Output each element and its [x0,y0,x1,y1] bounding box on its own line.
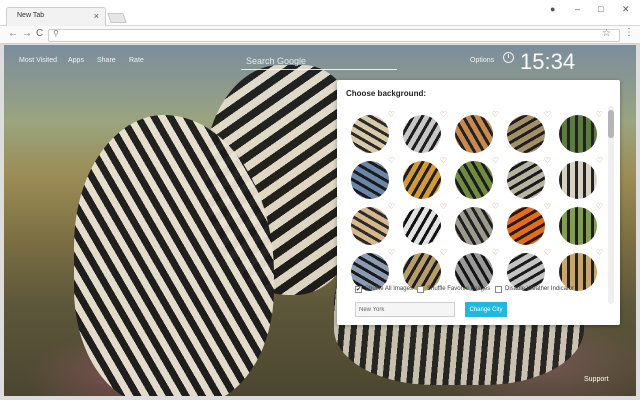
clock-icon[interactable] [503,52,514,63]
thumbnail-zebra-trio[interactable]: ♡ [507,157,551,199]
heart-icon[interactable]: ♡ [596,203,603,211]
heart-icon[interactable]: ♡ [388,157,395,165]
heart-icon[interactable]: ♡ [544,111,551,119]
heart-icon[interactable]: ♡ [388,111,395,119]
back-icon[interactable]: ← [8,28,18,39]
thumbnail-image[interactable] [559,115,597,153]
bookmark-star-icon[interactable]: ☆ [602,28,611,39]
heart-icon[interactable]: ♡ [440,157,447,165]
thumbnail-image[interactable] [351,207,389,245]
reload-icon[interactable]: C [36,28,43,39]
tab-title: New Tab [17,12,45,19]
heart-icon[interactable]: ♡ [544,203,551,211]
panel-title: Choose background: [346,89,427,98]
options-row: ✔ Shuffle All Images Shuffle Favorite Im… [355,284,615,296]
nav-share[interactable]: Share [97,57,116,64]
heart-icon[interactable]: ♡ [388,249,395,257]
thumbnail-image[interactable] [455,207,493,245]
search-input[interactable]: Search Google [241,54,397,70]
thumbnail-zebra-blue-sky[interactable]: ♡ [351,157,395,199]
thumbnail-zebra-green-hill[interactable]: ♡ [559,203,603,245]
heart-icon[interactable]: ♡ [596,249,603,257]
shuffle-favorite-label: Shuffle Favorite Images [427,286,491,292]
support-link[interactable]: Support [584,376,609,383]
thumbnail-zebras-river[interactable]: ♡ [559,157,603,199]
scrollbar-thumb[interactable] [608,110,614,138]
heart-icon[interactable]: ♡ [492,157,499,165]
shuffle-all-checkbox[interactable]: ✔ [355,285,362,293]
address-bar[interactable]: ⚲ ☆ [48,28,620,42]
thumbnail-grid: ♡ ♡ ♡ ♡ ♡ ♡ ♡ ♡ ♡ ♡ ♡ ♡ ♡ ♡ ♡ ♡ ♡ ♡ ♡ ♡ [346,110,604,306]
thumbnail-zebra-savanna-tree[interactable]: ♡ [403,157,447,199]
nav-apps[interactable]: Apps [68,57,84,64]
minimize-icon[interactable]: – [575,4,580,14]
close-tab-icon[interactable]: × [94,11,99,21]
thumbnail-zebra-group-grass[interactable]: ♡ [507,111,551,153]
thumbnail-image[interactable] [507,161,545,199]
forward-icon[interactable]: → [22,28,32,39]
thumbnail-image[interactable] [455,115,493,153]
tab-new-tab[interactable]: New Tab × [6,7,106,27]
shuffle-favorite-option[interactable]: Shuffle Favorite Images [417,284,490,294]
shuffle-all-option[interactable]: ✔ Shuffle All Images [355,284,413,294]
thumbnail-image[interactable] [403,207,441,245]
nav-rate[interactable]: Rate [129,57,144,64]
thumbnail-zebra-pair-sunset[interactable]: ♡ [455,111,499,153]
maximize-icon[interactable]: □ [598,4,603,14]
heart-icon[interactable]: ♡ [492,111,499,119]
browser-menu-icon[interactable]: ⋮ [624,27,634,38]
thumbnail-image[interactable] [403,161,441,199]
search-placeholder: Search Google [246,56,307,66]
heart-icon[interactable]: ♡ [440,203,447,211]
thumbnail-zebra-closeup[interactable]: ♡ [403,111,447,153]
new-tab-page: Most Visited Apps Share Rate Search Goog… [4,45,636,396]
thumbnail-image[interactable] [455,161,493,199]
shuffle-favorite-checkbox[interactable] [417,285,424,293]
shuffle-all-label: Shuffle All Images [365,286,413,292]
disable-weather-option[interactable]: Disable Weather Indicator [495,284,574,294]
close-window-icon[interactable]: ✕ [622,4,630,15]
heart-icon[interactable]: ♡ [492,249,499,257]
thumbnail-image[interactable] [507,207,545,245]
city-input[interactable] [355,302,455,317]
heart-icon[interactable]: ♡ [440,249,447,257]
thumbnail-zebra-green-grass[interactable]: ♡ [455,157,499,199]
disable-weather-label: Disable Weather Indicator [505,286,574,292]
thumbnail-sunset-savanna[interactable]: ♡ [507,203,551,245]
thumbnail-zebra-stripes-macro[interactable]: ♡ [403,203,447,245]
heart-icon[interactable]: ♡ [440,111,447,119]
background-panel: Choose background: ♡ ♡ ♡ ♡ ♡ ♡ ♡ ♡ ♡ ♡ ♡ ♡ ♡ ♡ ♡ ♡ ♡ ♡ ♡ ♡ … [337,80,620,325]
nav-most-visited[interactable]: Most Visited [19,57,57,64]
thumbnail-image[interactable] [559,161,597,199]
clock-time: 15:34 [520,49,576,74]
tab-strip: New Tab × ● – □ ✕ [0,0,640,27]
thumbnail-image[interactable] [403,115,441,153]
thumbnail-zebra-face[interactable]: ♡ [351,203,395,245]
heart-icon[interactable]: ♡ [544,157,551,165]
thumbnail-zebra-green-field[interactable]: ♡ [559,111,603,153]
heart-icon[interactable]: ♡ [388,203,395,211]
heart-icon[interactable]: ♡ [596,157,603,165]
new-tab-button[interactable] [107,13,127,23]
search-icon: ⚲ [53,29,59,38]
thumbnail-zebra-herd-dust[interactable]: ♡ [455,203,499,245]
heart-icon[interactable]: ♡ [596,111,603,119]
thumbnail-image[interactable] [351,161,389,199]
options-button[interactable]: Options [470,57,494,64]
thumbnail-image[interactable] [507,115,545,153]
thumbnail-image[interactable] [351,115,389,153]
panel-scrollbar[interactable] [608,106,614,304]
heart-icon[interactable]: ♡ [492,203,499,211]
browser-toolbar: ← → C ⚲ ☆ ⋮ [0,26,640,44]
thumbnail-zebra-herd[interactable]: ♡ [351,111,395,153]
disable-weather-checkbox[interactable] [495,285,502,293]
thumbnail-image[interactable] [559,207,597,245]
change-city-button[interactable]: Change City [465,302,507,317]
profile-icon[interactable]: ● [550,4,555,14]
heart-icon[interactable]: ♡ [544,249,551,257]
